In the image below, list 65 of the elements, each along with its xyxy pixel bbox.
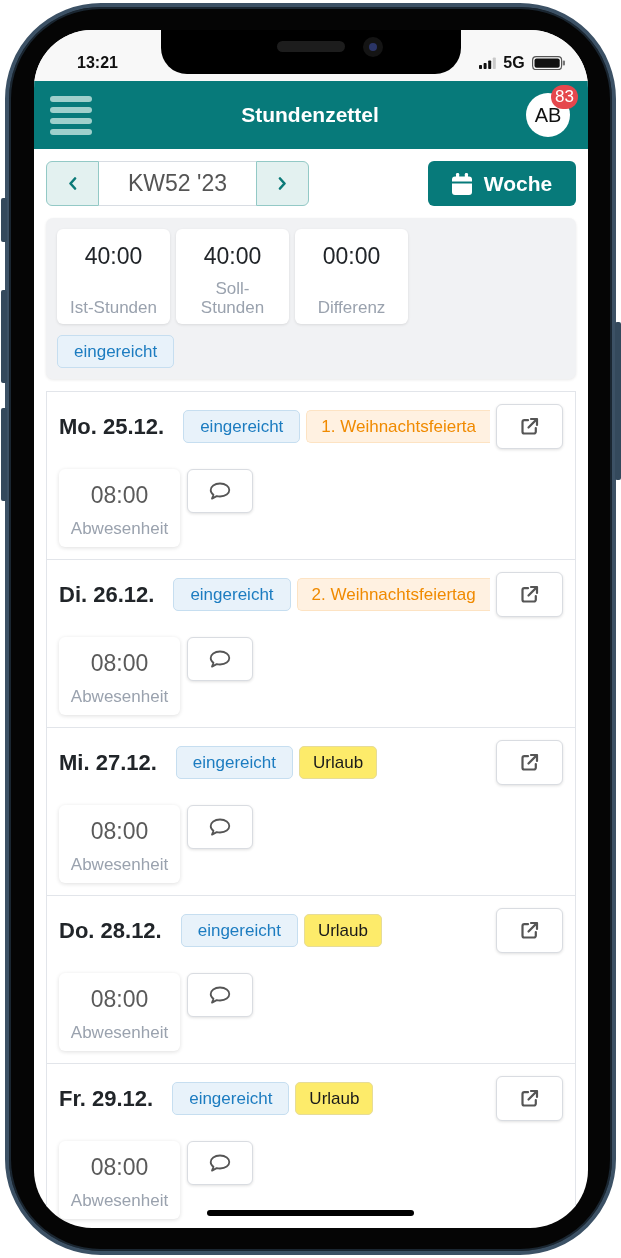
comment-button[interactable] bbox=[187, 805, 253, 849]
menu-icon bbox=[50, 95, 92, 135]
chevron-left-icon bbox=[68, 177, 77, 190]
external-link-icon bbox=[520, 753, 539, 772]
external-link-icon bbox=[520, 417, 539, 436]
open-day-button[interactable] bbox=[496, 572, 563, 617]
entry-value: 08:00 bbox=[90, 1154, 149, 1182]
stat-label: Differenz bbox=[317, 298, 386, 318]
menu-button[interactable] bbox=[50, 95, 92, 135]
entry-label: Abwesenheit bbox=[70, 854, 169, 875]
external-link-icon bbox=[520, 1089, 539, 1108]
day-date: Do. 28.12. bbox=[59, 917, 162, 945]
status-badge: eingereicht bbox=[175, 746, 293, 779]
speech-bubble-icon bbox=[209, 986, 231, 1004]
speech-bubble-icon bbox=[209, 1154, 231, 1172]
open-day-button[interactable] bbox=[496, 1076, 563, 1121]
day-date: Mo. 25.12. bbox=[59, 413, 165, 441]
stat-label: Soll-Stunden bbox=[199, 278, 266, 318]
network-label: 5G bbox=[503, 55, 525, 71]
external-link-icon bbox=[520, 921, 539, 940]
day-date: Fr. 29.12. bbox=[59, 1085, 154, 1113]
status-badge: eingereicht bbox=[172, 1082, 290, 1115]
entry-label: Abwesenheit bbox=[70, 1022, 169, 1043]
open-day-button[interactable] bbox=[496, 908, 563, 953]
status-badge: eingereicht bbox=[183, 410, 301, 443]
speech-bubble-icon bbox=[209, 650, 231, 668]
notification-badge: 83 bbox=[551, 85, 578, 109]
day-date: Di. 26.12. bbox=[59, 581, 155, 609]
calendar-icon bbox=[451, 172, 472, 195]
stat-value: 40:00 bbox=[84, 243, 143, 271]
stat-value: 40:00 bbox=[203, 243, 262, 271]
entry-label: Abwesenheit bbox=[70, 686, 169, 707]
week-label: KW52 '23 bbox=[99, 161, 256, 206]
external-link-icon bbox=[520, 585, 539, 604]
entry-value: 08:00 bbox=[90, 986, 149, 1014]
vacation-badge: Urlaub bbox=[303, 914, 382, 947]
week-view-button[interactable]: Woche bbox=[428, 161, 576, 206]
entry-value: 08:00 bbox=[90, 818, 149, 846]
status-badge: eingereicht bbox=[180, 914, 298, 947]
entry-label: Abwesenheit bbox=[70, 1190, 169, 1211]
speech-bubble-icon bbox=[209, 482, 231, 500]
open-day-button[interactable] bbox=[496, 740, 563, 785]
comment-button[interactable] bbox=[187, 1141, 253, 1185]
comment-button[interactable] bbox=[187, 469, 253, 513]
entry-value: 08:00 bbox=[90, 482, 149, 510]
stat-label: Ist-Stunden bbox=[70, 298, 157, 318]
entry-label: Abwesenheit bbox=[70, 518, 169, 539]
battery-icon bbox=[531, 56, 566, 70]
stat-value: 00:00 bbox=[322, 243, 381, 271]
status-badge: eingereicht bbox=[173, 578, 291, 611]
signal-icon bbox=[479, 57, 497, 69]
app-title: Stundenzettel bbox=[241, 102, 379, 129]
holiday-badge: 1. Weihnachtsfeierta bbox=[306, 410, 490, 443]
holiday-badge: 2. Weihnachtsfeiertag bbox=[296, 578, 490, 611]
vacation-badge: Urlaub bbox=[299, 746, 378, 779]
entry-value: 08:00 bbox=[90, 650, 149, 678]
day-date: Mi. 27.12. bbox=[59, 749, 157, 777]
status-time: 13:21 bbox=[77, 55, 118, 71]
vacation-badge: Urlaub bbox=[295, 1082, 374, 1115]
open-day-button[interactable] bbox=[496, 404, 563, 449]
comment-button[interactable] bbox=[187, 973, 253, 1017]
speech-bubble-icon bbox=[209, 818, 231, 836]
chevron-right-icon bbox=[278, 177, 287, 190]
status-badge: eingereicht bbox=[57, 335, 175, 368]
comment-button[interactable] bbox=[187, 637, 253, 681]
